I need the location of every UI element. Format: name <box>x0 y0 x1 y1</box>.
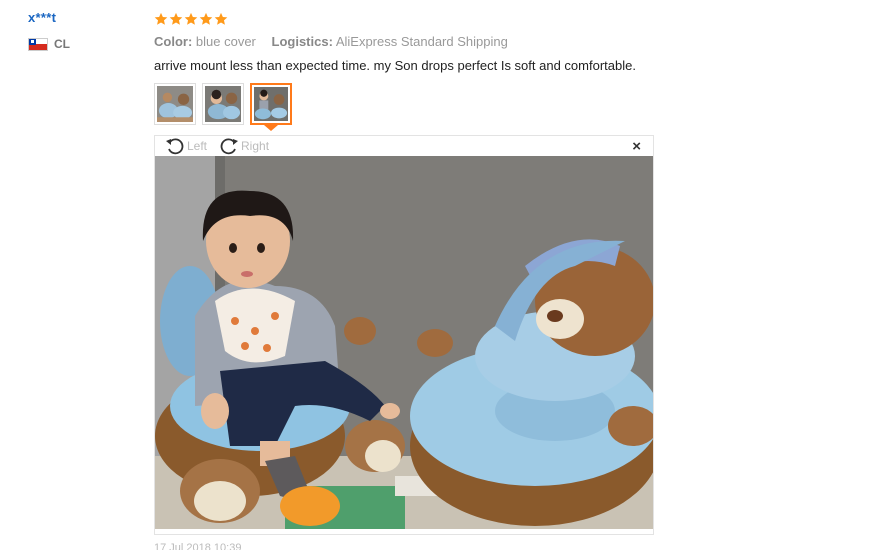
thumbnail-strip <box>154 83 854 131</box>
star-icon <box>184 12 198 25</box>
star-icon <box>199 12 213 25</box>
review-body: Color: blue cover Logistics: AliExpress … <box>154 10 854 131</box>
review-date: 17 Jul 2018 10:39 <box>154 542 242 550</box>
review-photo-image <box>155 156 653 529</box>
rotate-left-button[interactable]: Left <box>165 137 207 155</box>
thumbnail-image <box>254 87 288 121</box>
logistics-value: AliExpress Standard Shipping <box>335 34 508 49</box>
chile-flag-icon <box>28 37 48 51</box>
star-icon <box>154 12 168 25</box>
review-thumbnail-2[interactable] <box>202 83 244 125</box>
review-thumbnail-3[interactable] <box>250 83 292 125</box>
star-rating <box>154 10 854 28</box>
thumbnail-image <box>157 86 193 122</box>
review-photo[interactable] <box>155 156 653 529</box>
rotate-right-button[interactable]: Right <box>219 137 269 155</box>
rotate-left-icon <box>166 138 184 155</box>
order-meta: Color: blue cover Logistics: AliExpress … <box>154 34 854 49</box>
image-viewer: Left Right × <box>154 135 654 535</box>
thumbnail-image <box>205 86 241 122</box>
reviewer-name[interactable]: x***t <box>28 10 138 25</box>
rotate-left-label: Left <box>187 139 208 153</box>
viewer-toolbar: Left Right × <box>155 136 653 156</box>
star-icon <box>169 12 183 25</box>
review-thumbnail-1[interactable] <box>154 83 196 125</box>
review-text: arrive mount less than expected time. my… <box>154 58 636 73</box>
star-icon <box>214 12 228 25</box>
active-thumbnail-pointer <box>264 125 278 131</box>
rotate-right-icon <box>220 138 239 155</box>
rotate-right-label: Right <box>241 139 270 153</box>
logistics-label: Logistics: <box>271 34 333 49</box>
color-label: Color: <box>154 34 193 49</box>
reviewer-country: CL <box>28 37 138 51</box>
reviewer-info: x***t CL <box>28 10 138 51</box>
country-code: CL <box>54 37 70 51</box>
color-value: blue cover <box>195 34 256 49</box>
close-viewer-button[interactable]: × <box>632 138 641 155</box>
